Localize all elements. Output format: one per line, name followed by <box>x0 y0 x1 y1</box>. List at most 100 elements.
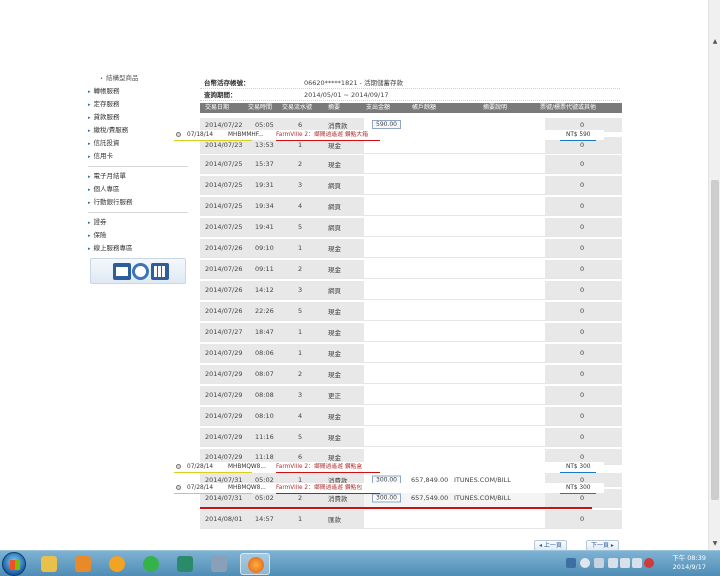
col-seq: 交易流水號 <box>282 104 313 111</box>
sidebar-item[interactable]: ▸ 電子月結單 <box>88 170 188 183</box>
sidebar-item[interactable]: ▸ 證券 <box>88 216 188 229</box>
taskbar-app-line[interactable] <box>136 553 166 575</box>
taskbar-app-media[interactable] <box>68 553 98 575</box>
scrollbar-thumb[interactable] <box>711 180 719 500</box>
cell-time: 14:12 <box>255 286 274 294</box>
cell-date: 2014/07/29 <box>205 391 243 399</box>
cell-seq: 1 <box>298 141 303 149</box>
sidebar-item[interactable]: • 結構型商品 <box>88 72 188 85</box>
receipt-overlay: 07/18/14 MHBMMHF... FarmVille 2： 鄉間逍遙遊 鑽點大箱… <box>176 130 604 140</box>
cell-amount: 300.00 <box>372 493 401 503</box>
cell-date: 2014/07/29 <box>205 452 243 461</box>
receipt-overlay: 07/28/14 MHBMQW8... FarmVille 2： 鄉間逍遙遊 鑽點盒 N… <box>176 462 604 472</box>
scroll-up-icon[interactable]: ▲ <box>709 36 720 48</box>
page-scrollbar[interactable]: ▲ ▼ <box>708 0 720 550</box>
sidebar-item[interactable]: ▸ 信託投資 <box>88 137 188 150</box>
taskbar-clock[interactable]: 下午 08:39 2014/9/17 <box>672 554 706 572</box>
taskbar-app-firefox[interactable] <box>240 553 270 575</box>
sidebar-item-label: 證券 <box>93 218 107 226</box>
taskbar-app-tool[interactable] <box>204 553 234 575</box>
keyboard-icon[interactable] <box>566 558 576 568</box>
sidebar-item[interactable]: ▸ 線上服務專區 <box>88 242 188 255</box>
cell-seq: 2 <box>298 370 303 378</box>
highlight-underline <box>200 507 592 509</box>
tray-icon[interactable] <box>594 558 604 568</box>
col-date: 交易日期 <box>205 104 230 111</box>
cell-time: 11:18 <box>255 452 274 461</box>
cell-date: 2014/07/26 <box>205 307 243 315</box>
cell-summary: 網頁 <box>328 203 341 211</box>
quick-tools-widget <box>90 258 186 284</box>
table-row: 2014/07/27 18:47 1 現金 0 <box>200 323 622 342</box>
highlight-underline <box>174 472 252 473</box>
taskbar-app-editor[interactable] <box>170 553 200 575</box>
cell-summary: 網頁 <box>328 287 341 295</box>
cell-time: 22:26 <box>255 307 274 315</box>
sidebar-item[interactable]: ▸ 貸款服務 <box>88 111 188 124</box>
cell-time: 15:37 <box>255 160 274 168</box>
bullet-icon: ▸ <box>88 200 91 206</box>
menu-divider <box>88 166 188 167</box>
cell-seq: 5 <box>298 307 303 315</box>
sidebar-item-label: 結構型商品 <box>105 74 139 82</box>
volume-icon[interactable] <box>632 558 642 568</box>
calculator-icon[interactable] <box>151 263 169 280</box>
cell-extra: 0 <box>580 223 585 231</box>
highlight-underline <box>174 140 252 141</box>
cell-seq: 5 <box>298 433 303 441</box>
cell-summary: 匯款 <box>328 516 341 524</box>
scroll-down-icon[interactable]: ▼ <box>709 538 720 550</box>
cell-date: 2014/07/29 <box>205 412 243 420</box>
sidebar-item-label: 個人專區 <box>93 185 120 193</box>
sidebar-item[interactable]: ▸ 個人專區 <box>88 183 188 196</box>
sidebar-item-label: 信託投資 <box>93 139 120 147</box>
calendar-icon[interactable] <box>113 263 131 280</box>
sidebar-item-label: 定存服務 <box>93 100 120 108</box>
sidebar-item[interactable]: ▸ 信用卡 <box>88 150 188 163</box>
cell-time: 09:10 <box>255 244 274 252</box>
receipt-code: MHBMQW8... <box>228 485 266 491</box>
help-icon[interactable] <box>580 558 590 568</box>
cell-summary: 網頁 <box>328 224 341 232</box>
start-button[interactable] <box>2 552 26 576</box>
col-extra: 票號/標票代號或其他 <box>540 104 597 111</box>
cell-extra: 0 <box>580 349 585 357</box>
cell-time: 09:11 <box>255 265 274 273</box>
table-row: 2014/07/26 09:10 1 現金 0 <box>200 239 622 258</box>
antivirus-icon[interactable] <box>644 558 654 568</box>
network-icon[interactable] <box>620 558 630 568</box>
cell-date: 2014/07/26 <box>205 286 243 294</box>
cell-time: 19:41 <box>255 223 274 231</box>
cell-date: 2014/07/26 <box>205 265 243 273</box>
cell-seq: 3 <box>298 286 303 294</box>
clock-icon[interactable] <box>132 263 149 280</box>
sidebar-item-label: 線上服務專區 <box>93 244 133 252</box>
cell-date: 2014/07/29 <box>205 433 243 441</box>
sidebar-item[interactable]: ▸ 行動銀行服務 <box>88 196 188 209</box>
cell-summary: 現金 <box>328 329 341 337</box>
sidebar-item-label: 電子月結單 <box>93 172 127 180</box>
flag-icon[interactable] <box>608 558 618 568</box>
cell-summary: 現金 <box>328 142 341 150</box>
cell-extra: 0 <box>580 160 585 168</box>
cell-date: 2014/07/25 <box>205 223 243 231</box>
cell-date: 2014/07/27 <box>205 328 243 336</box>
sidebar-item[interactable]: ▸ 轉帳服務 <box>88 85 188 98</box>
taskbar-app-messenger[interactable] <box>102 553 132 575</box>
bullet-icon: ▸ <box>88 141 91 147</box>
sidebar-item[interactable]: ▸ 定存服務 <box>88 98 188 111</box>
cell-seq: 2 <box>298 265 303 273</box>
cell-extra: 0 <box>580 286 585 294</box>
clock-time: 下午 08:39 <box>672 554 706 562</box>
bullet-icon: ▸ <box>88 115 91 121</box>
receipt-desc: 鄉間逍遙遊 鑽點盒 <box>314 464 363 470</box>
bullet-icon: ▸ <box>88 246 91 252</box>
sidebar-item[interactable]: ▸ 保險 <box>88 229 188 242</box>
bullet-icon: ▸ <box>88 233 91 239</box>
receipt-date: 07/28/14 <box>187 485 214 491</box>
sidebar-item[interactable]: ▸ 繳稅/費服務 <box>88 124 188 137</box>
taskbar-app-explorer[interactable] <box>34 553 64 575</box>
cell-time: 14:57 <box>255 515 274 523</box>
cell-seq: 3 <box>298 181 303 189</box>
highlight-underline <box>174 493 252 494</box>
